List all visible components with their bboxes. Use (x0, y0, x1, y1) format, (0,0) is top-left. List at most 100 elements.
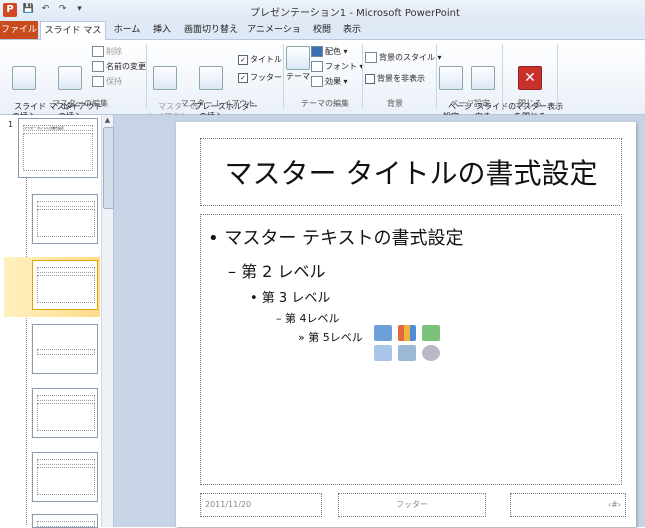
footer-placeholder[interactable]: フッター (338, 493, 486, 517)
footer-text: フッター (396, 500, 428, 509)
colors-icon (311, 46, 323, 57)
footer-checkbox[interactable]: ✓ フッター (238, 72, 282, 83)
orientation-icon (471, 66, 495, 90)
group-label-background: 背景 (387, 99, 403, 108)
powerpoint-app-icon[interactable]: P (3, 3, 17, 17)
group-separator (362, 44, 363, 108)
thumbnail-layout[interactable] (32, 388, 98, 438)
title-checkbox[interactable]: ✓ タイトル (238, 54, 282, 65)
group-label-page-setup: ページ設定 (450, 99, 490, 108)
fonts-icon (311, 61, 323, 72)
ribbon-tabs: ファイル スライド マスター ホーム 挿入 画面切り替え アニメーション 校閲 … (0, 21, 645, 54)
tab-home[interactable]: ホーム (110, 21, 144, 39)
colors-button[interactable]: 配色 ▾ (311, 46, 348, 57)
group-label-close: 閉じる (518, 99, 542, 108)
tab-review[interactable]: 校閲 (310, 21, 334, 39)
slide-title: マスター タイトルの書式設定 (224, 157, 598, 190)
undo-icon[interactable]: ↶ (39, 3, 52, 16)
thumbnail-title (37, 267, 95, 273)
effects-button[interactable]: 効果 ▾ (311, 76, 348, 87)
group-label-theme-edit: テーマの編集 (301, 99, 349, 108)
thumbnail-slide-master[interactable]: マスター タイトルの書式設定 (18, 118, 98, 178)
text-level-4: – 第 4レベル (276, 312, 340, 325)
thumbnail-title (37, 459, 95, 465)
thumbnail-body (37, 467, 95, 495)
slide-master-icon (12, 66, 36, 90)
thumbnail-body (37, 209, 95, 237)
tab-slide-master[interactable]: スライド マスター (40, 21, 106, 54)
layout-icon (58, 66, 82, 90)
group-label-master-edit: マスターの編集 (52, 99, 108, 108)
preserve-icon (92, 76, 104, 87)
thumbnail-number: 1 (8, 120, 14, 129)
date-placeholder[interactable]: 2011/11/20 (200, 493, 322, 517)
close-icon: ✕ (518, 66, 542, 90)
master-layout-icon (153, 66, 177, 90)
thumbnail-title: マスター タイトルの書式設定 (23, 125, 93, 131)
text-level-2: – 第 2 レベル (228, 262, 326, 281)
background-styles-button[interactable]: 背景のスタイル ▾ (365, 52, 442, 63)
text-level-3: • 第 3 レベル (250, 291, 331, 306)
tab-insert[interactable]: 挿入 (148, 21, 176, 39)
thumbnail-title (37, 395, 95, 401)
checkbox-checked-icon: ✓ (238, 54, 248, 65)
thumbnail-layout[interactable] (32, 514, 98, 528)
theme-icon (286, 46, 310, 70)
thumbnail-body (23, 133, 93, 171)
thumbnail-layout[interactable] (32, 452, 98, 502)
group-separator (502, 44, 503, 108)
save-icon[interactable]: 💾 (22, 3, 35, 16)
thumbnail-body (37, 403, 95, 431)
group-label-master-layout: マスター レイアウト (180, 99, 256, 108)
customize-qat-icon[interactable]: ▾ (73, 3, 86, 16)
thumbnail-title (37, 521, 95, 527)
slide-number-placeholder[interactable]: ‹#› (510, 493, 626, 517)
tab-view[interactable]: 表示 (340, 21, 364, 39)
placeholder-icon (199, 66, 223, 90)
group-separator (283, 44, 284, 108)
thumbnail-body (37, 275, 95, 303)
title-bar: P 💾 ↶ ↷ ▾ プレゼンテーション1 - Microsoft PowerPo… (0, 0, 645, 22)
thumbnail-title (37, 201, 95, 207)
text-level-5: » 第 5レベル (298, 331, 363, 344)
thumbnail-layout[interactable] (32, 194, 98, 244)
rename-button[interactable]: 名前の変更 (92, 61, 146, 72)
redo-icon[interactable]: ↷ (56, 3, 69, 16)
date-text: 2011/11/20 (205, 500, 252, 509)
checkbox-unchecked-icon (365, 73, 375, 84)
quick-access-toolbar: 💾 ↶ ↷ ▾ (22, 3, 86, 16)
thumbnail-layout[interactable] (32, 324, 98, 374)
tab-transitions[interactable]: 画面切り替え (182, 21, 240, 39)
preserve-button[interactable]: 保持 (92, 76, 122, 87)
background-styles-icon (365, 52, 377, 63)
slide-number-text: ‹#› (607, 500, 621, 509)
delete-icon (92, 46, 104, 57)
window-title: プレゼンテーション1 - Microsoft PowerPoint (250, 8, 460, 19)
tab-animations[interactable]: アニメーション (244, 21, 304, 53)
theme-button[interactable]: テーマ (286, 46, 310, 82)
group-separator (146, 44, 147, 108)
thumbnail-scrollbar[interactable]: ▲ (101, 115, 114, 527)
layout-connector-line (26, 165, 27, 525)
tab-file[interactable]: ファイル (0, 21, 38, 39)
insert-picture-icon[interactable] (374, 345, 392, 361)
effects-icon (311, 76, 323, 87)
title-placeholder[interactable]: マスター タイトルの書式設定 (200, 138, 622, 206)
group-separator (557, 44, 558, 108)
delete-button[interactable]: 削除 (92, 46, 122, 57)
group-separator (436, 44, 437, 108)
rename-icon (92, 61, 104, 72)
scrollbar-thumb[interactable] (103, 127, 114, 209)
fonts-button[interactable]: フォント ▾ (311, 61, 364, 72)
thumbnail-layout[interactable] (32, 260, 98, 310)
checkbox-checked-icon: ✓ (238, 72, 248, 83)
insert-clipart-icon[interactable] (398, 345, 416, 361)
content-insert-icons (374, 325, 448, 365)
insert-chart-icon[interactable] (398, 325, 416, 341)
text-level-1: • マスター テキストの書式設定 (208, 228, 464, 249)
hide-background-checkbox[interactable]: 背景を非表示 (365, 73, 425, 84)
insert-media-icon[interactable] (422, 345, 440, 361)
scroll-up-icon[interactable]: ▲ (103, 116, 112, 125)
insert-table-icon[interactable] (374, 325, 392, 341)
insert-smartart-icon[interactable] (422, 325, 440, 341)
